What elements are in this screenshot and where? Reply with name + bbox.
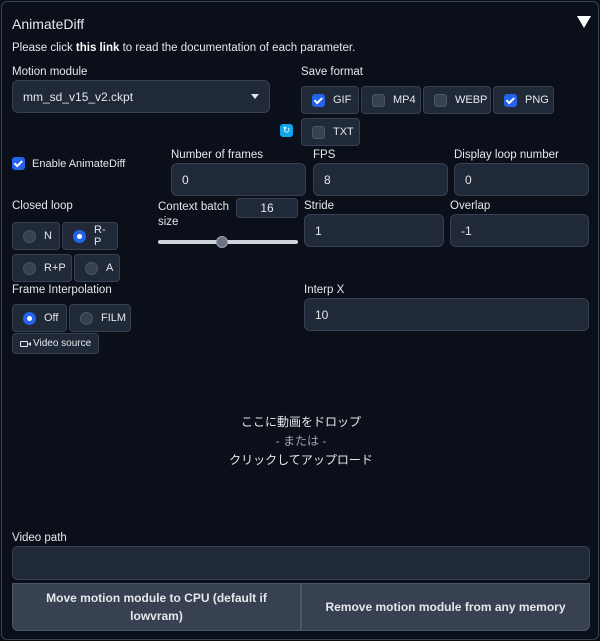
closed-loop-label: Closed loop — [12, 200, 73, 212]
save-format-txt[interactable]: TXT — [301, 118, 360, 146]
context-batch-slider-thumb[interactable] — [215, 236, 228, 248]
radio-unselected-icon — [85, 261, 98, 275]
context-batch-number[interactable]: 16 — [236, 198, 298, 218]
loop-number-label: Display loop number — [454, 149, 559, 161]
fps-label: FPS — [313, 149, 336, 161]
context-batch-slider-track[interactable] — [158, 240, 298, 244]
context-batch-label: Context batch size — [158, 201, 229, 228]
stride-label: Stride — [304, 200, 335, 212]
save-format-png[interactable]: PNG — [493, 86, 554, 114]
closed-loop-option-r-p[interactable]: R-P — [62, 222, 118, 250]
checkbox-unchecked-icon — [434, 93, 447, 107]
save-format-mp4[interactable]: MP4 — [361, 86, 421, 114]
enable-animatediff-checkbox[interactable]: Enable AnimateDiff — [12, 157, 125, 170]
video-source-tab[interactable]: Video source — [12, 333, 100, 354]
interp-x-input[interactable]: 10 — [304, 298, 589, 331]
dropzone-or-text: - または - — [275, 433, 327, 448]
documentation-link[interactable]: this link — [76, 42, 119, 54]
radio-unselected-icon — [80, 311, 93, 325]
radio-selected-icon — [23, 311, 36, 325]
save-format-gif[interactable]: GIF — [301, 86, 359, 114]
move-to-cpu-button[interactable]: Move motion module to CPU (default if lo… — [12, 583, 301, 631]
save-format-webp[interactable]: WEBP — [423, 86, 491, 114]
frame-interp-option-film[interactable]: FILM — [69, 304, 131, 332]
motion-module-value: mm_sd_v15_v2.ckpt — [23, 89, 134, 104]
overlap-label: Overlap — [450, 200, 491, 212]
video-dropzone[interactable]: ここに動画をドロップ - または - クリックしてアップロード — [12, 356, 590, 526]
fps-input[interactable]: 8 — [313, 163, 448, 196]
video-path-input[interactable] — [12, 546, 590, 580]
checkbox-checked-icon — [12, 157, 25, 170]
motion-module-label: Motion module — [12, 66, 88, 78]
radio-selected-icon — [73, 229, 86, 243]
animatediff-panel: AnimateDiff Please click this link to re… — [1, 1, 599, 640]
frame-interp-option-off[interactable]: Off — [12, 304, 67, 332]
loop-number-input[interactable]: 0 — [454, 163, 589, 196]
checkbox-checked-icon — [312, 93, 325, 107]
save-format-label: Save format — [301, 66, 363, 78]
closed-loop-option-n[interactable]: N — [12, 222, 60, 250]
video-path-label: Video path — [12, 532, 67, 544]
checkbox-unchecked-icon — [312, 125, 325, 139]
radio-unselected-icon — [23, 261, 36, 275]
frames-label: Number of frames — [171, 149, 264, 161]
chevron-down-icon — [251, 94, 259, 99]
collapse-triangle-icon[interactable] — [577, 16, 591, 28]
stride-input[interactable]: 1 — [304, 214, 444, 247]
frame-interpolation-label: Frame Interpolation — [12, 284, 112, 296]
closed-loop-option-r-plus-p[interactable]: R+P — [12, 254, 72, 282]
radio-unselected-icon — [23, 229, 36, 243]
dropzone-drop-text: ここに動画をドロップ — [240, 414, 361, 429]
checkbox-checked-icon — [504, 93, 517, 107]
documentation-note: Please click this link to read the docum… — [12, 42, 356, 54]
interp-x-label: Interp X — [304, 284, 345, 296]
checkbox-unchecked-icon — [372, 93, 385, 107]
remove-from-memory-button[interactable]: Remove motion module from any memory — [301, 583, 590, 631]
motion-module-dropdown[interactable]: mm_sd_v15_v2.ckpt — [12, 80, 270, 113]
closed-loop-option-a[interactable]: A — [74, 254, 120, 282]
dropzone-upload-text: クリックしてアップロード — [229, 452, 373, 467]
frames-input[interactable]: 0 — [171, 163, 306, 196]
refresh-icon[interactable]: ↻ — [280, 124, 293, 137]
video-camera-icon — [20, 340, 31, 347]
panel-title: AnimateDiff — [12, 16, 85, 32]
overlap-input[interactable]: -1 — [450, 214, 589, 247]
